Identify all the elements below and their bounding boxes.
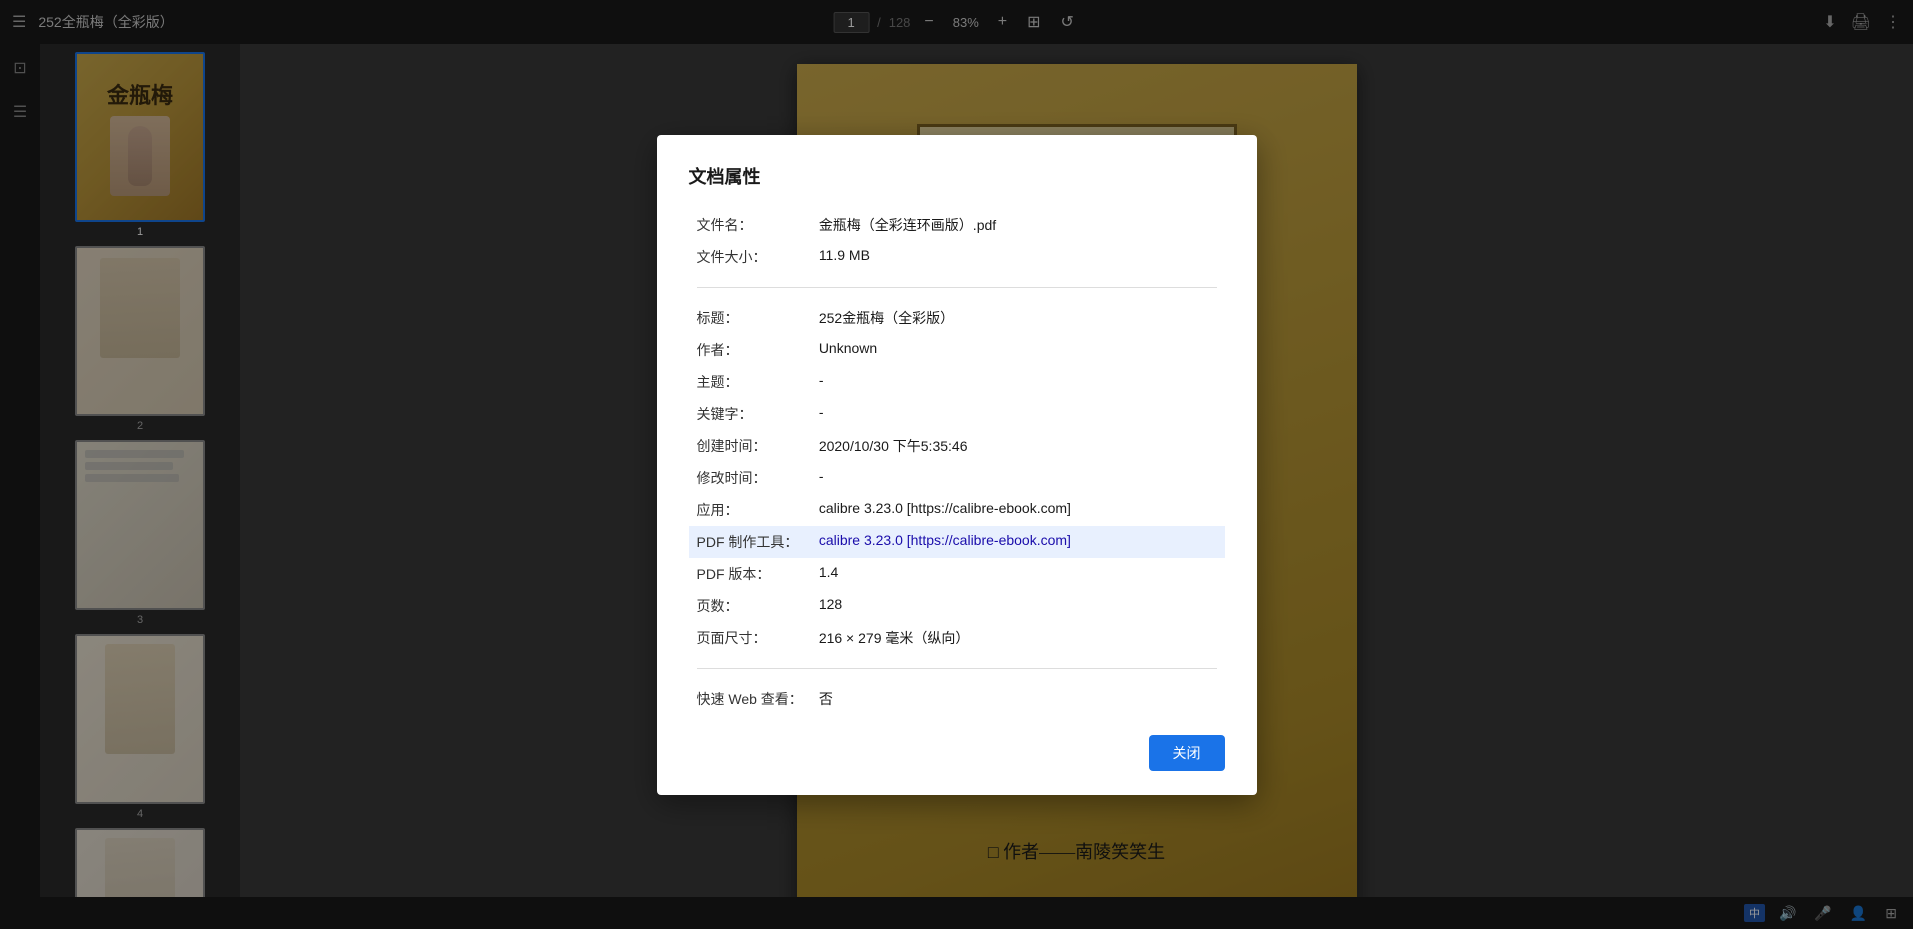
prop-row-filesize: 文件大小： 11.9 MB — [689, 241, 1225, 273]
prop-row-created: 创建时间： 2020/10/30 下午5:35:46 — [689, 430, 1225, 462]
prop-value-fast-web: 否 — [811, 683, 1225, 715]
prop-label-pdf-version: PDF 版本： — [689, 558, 811, 590]
prop-row-pages: 页数： 128 — [689, 590, 1225, 622]
prop-label-filename: 文件名： — [689, 209, 811, 241]
prop-row-subject: 主题： - — [689, 366, 1225, 398]
prop-label-title: 标题： — [689, 302, 811, 334]
dialog-footer: 关闭 — [689, 735, 1225, 771]
prop-row-page-size: 页面尺寸： 216 × 279 毫米（纵向） — [689, 622, 1225, 654]
prop-row-title: 标题： 252金瓶梅（全彩版） — [689, 302, 1225, 334]
prop-label-app: 应用： — [689, 494, 811, 526]
prop-value-modified: - — [811, 462, 1225, 494]
prop-row-pdf-creator: PDF 制作工具： calibre 3.23.0 [https://calibr… — [689, 526, 1225, 558]
prop-value-subject: - — [811, 366, 1225, 398]
prop-value-keywords: - — [811, 398, 1225, 430]
prop-label-pdf-creator: PDF 制作工具： — [689, 526, 811, 558]
prop-row-filename: 文件名： 金瓶梅（全彩连环画版）.pdf — [689, 209, 1225, 241]
prop-row-author: 作者： Unknown — [689, 334, 1225, 366]
document-properties-dialog: 文档属性 文件名： 金瓶梅（全彩连环画版）.pdf 文件大小： 11.9 MB … — [657, 135, 1257, 795]
prop-value-pdf-creator: calibre 3.23.0 [https://calibre-ebook.co… — [811, 526, 1225, 558]
prop-label-fast-web: 快速 Web 查看： — [689, 683, 811, 715]
prop-label-modified: 修改时间： — [689, 462, 811, 494]
prop-value-pages: 128 — [811, 590, 1225, 622]
prop-value-page-size: 216 × 279 毫米（纵向） — [811, 622, 1225, 654]
prop-row-app: 应用： calibre 3.23.0 [https://calibre-eboo… — [689, 494, 1225, 526]
prop-value-author: Unknown — [811, 334, 1225, 366]
prop-value-app: calibre 3.23.0 [https://calibre-ebook.co… — [811, 494, 1225, 526]
dialog-title: 文档属性 — [689, 163, 1225, 189]
prop-label-page-size: 页面尺寸： — [689, 622, 811, 654]
close-button[interactable]: 关闭 — [1149, 735, 1225, 771]
prop-row-keywords: 关键字： - — [689, 398, 1225, 430]
prop-row-fast-web: 快速 Web 查看： 否 — [689, 683, 1225, 715]
prop-label-subject: 主题： — [689, 366, 811, 398]
prop-label-keywords: 关键字： — [689, 398, 811, 430]
properties-table: 文件名： 金瓶梅（全彩连环画版）.pdf 文件大小： 11.9 MB 标题： 2… — [689, 209, 1225, 715]
prop-value-created: 2020/10/30 下午5:35:46 — [811, 430, 1225, 462]
divider-2 — [697, 668, 1217, 669]
prop-row-modified: 修改时间： - — [689, 462, 1225, 494]
prop-row-pdf-version: PDF 版本： 1.4 — [689, 558, 1225, 590]
prop-label-created: 创建时间： — [689, 430, 811, 462]
prop-label-author: 作者： — [689, 334, 811, 366]
prop-value-filename: 金瓶梅（全彩连环画版）.pdf — [811, 209, 1225, 241]
modal-backdrop: 文档属性 文件名： 金瓶梅（全彩连环画版）.pdf 文件大小： 11.9 MB … — [0, 0, 1913, 929]
prop-value-title: 252金瓶梅（全彩版） — [811, 302, 1225, 334]
prop-value-filesize: 11.9 MB — [811, 241, 1225, 273]
prop-label-filesize: 文件大小： — [689, 241, 811, 273]
divider-1 — [697, 287, 1217, 288]
prop-value-pdf-version: 1.4 — [811, 558, 1225, 590]
prop-label-pages: 页数： — [689, 590, 811, 622]
